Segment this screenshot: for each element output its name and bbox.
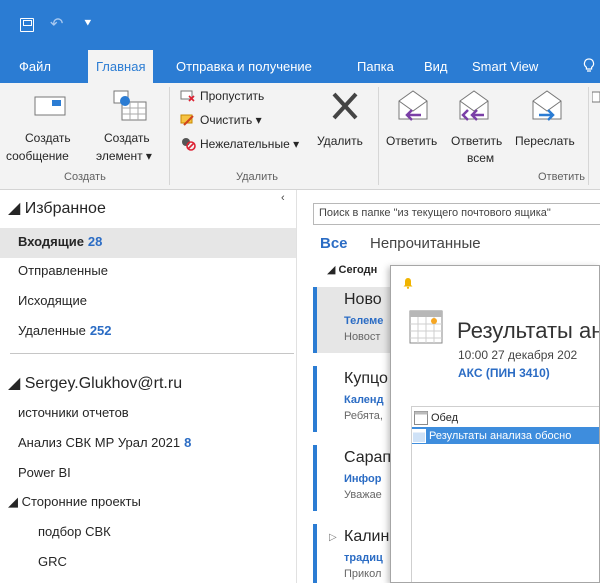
ribbon-separator bbox=[378, 87, 379, 185]
reply-all-label-2: всем bbox=[467, 151, 495, 165]
ribbon: Создать сообщение Создать элемент ▾ Созд… bbox=[0, 83, 600, 190]
reminder-location: АКС (ПИН 3410) bbox=[458, 366, 550, 380]
new-item-label-1: Создать bbox=[104, 131, 150, 145]
tab-folder[interactable]: Папка bbox=[357, 50, 394, 83]
tab-smart-view[interactable]: Smart View bbox=[472, 50, 538, 83]
folder-grc[interactable]: GRC bbox=[38, 554, 67, 569]
unread-bar bbox=[313, 524, 317, 583]
nav-divider bbox=[10, 353, 294, 354]
reminder-time: 10:00 27 декабря 202 bbox=[458, 348, 578, 362]
junk-label: Нежелательные ▾ bbox=[200, 137, 300, 151]
mail-preview: Новост bbox=[344, 331, 381, 343]
group-delete-label: Удалить bbox=[236, 171, 278, 183]
folder-external-projects[interactable]: ◢ Сторонние проекты bbox=[8, 494, 141, 510]
mail-sender: Купцо bbox=[344, 370, 388, 387]
tab-home[interactable]: Главная bbox=[88, 50, 154, 83]
save-icon[interactable] bbox=[20, 18, 34, 32]
tab-view[interactable]: Вид bbox=[424, 50, 448, 83]
new-email-label-2: сообщение bbox=[6, 149, 69, 163]
unread-bar bbox=[313, 366, 317, 432]
account-header[interactable]: ◢ Sergey.Glukhov@rt.ru bbox=[8, 373, 182, 393]
new-email-label-1: Создать bbox=[25, 131, 71, 145]
mail-subject: Инфор bbox=[344, 473, 382, 485]
junk-icon bbox=[182, 138, 196, 151]
mail-preview: Прикол bbox=[344, 568, 382, 580]
new-email-icon bbox=[34, 96, 66, 116]
ribbon-separator bbox=[588, 87, 589, 185]
calendar-item-icon bbox=[412, 428, 426, 443]
delete-label: Удалить bbox=[317, 134, 363, 148]
ignore-icon bbox=[180, 90, 195, 102]
calendar-icon bbox=[409, 310, 443, 344]
folder-sent[interactable]: Отправленные bbox=[18, 263, 108, 278]
mail-preview: Уважае bbox=[344, 489, 382, 501]
reply-all-label-1: Ответить bbox=[451, 134, 503, 148]
mail-sender: Сарап bbox=[344, 449, 392, 466]
new-item-icon bbox=[113, 90, 147, 121]
ribbon-separator bbox=[169, 87, 170, 185]
folder-outbox[interactable]: Исходящие bbox=[18, 293, 87, 308]
mail-sender: Калин bbox=[344, 528, 390, 545]
search-input[interactable]: Поиск в папке "из текущего почтового ящи… bbox=[313, 203, 600, 225]
folder-svk[interactable]: подбор СВК bbox=[38, 524, 111, 539]
reminder-item-label: Результаты анализа обосно bbox=[429, 429, 572, 442]
mail-subject: Календ bbox=[344, 394, 384, 406]
undo-icon[interactable]: ↶ bbox=[50, 14, 63, 34]
unread-bar bbox=[313, 287, 317, 353]
new-item-label-2: элемент ▾ bbox=[96, 149, 152, 163]
reminder-item-label: Обед bbox=[431, 411, 459, 424]
reminder-title: Результаты ан bbox=[457, 318, 600, 343]
delete-icon bbox=[332, 92, 358, 120]
unread-bar bbox=[313, 445, 317, 511]
mail-sender: Ново bbox=[344, 291, 382, 308]
mail-subject: Телеме bbox=[344, 315, 384, 327]
folder-inbox[interactable]: Входящие 28 bbox=[18, 234, 102, 249]
customize-toolbar-icon[interactable]: ⯆ bbox=[83, 16, 93, 31]
reply-label: Ответить bbox=[386, 134, 438, 148]
reply-all-icon bbox=[459, 90, 489, 121]
folder-analysis[interactable]: Анализ СВК МР Урал 2021 8 bbox=[18, 435, 191, 450]
tab-file[interactable]: Файл bbox=[19, 50, 51, 83]
meeting-icon[interactable] bbox=[592, 91, 600, 103]
folder-powerbi[interactable]: Power BI bbox=[18, 465, 71, 480]
tab-send-receive[interactable]: Отправка и получение bbox=[176, 50, 312, 83]
reminder-list: Обед Результаты анализа обосно bbox=[411, 406, 599, 582]
forward-icon bbox=[532, 90, 562, 121]
group-create-label: Создать bbox=[64, 171, 106, 183]
junk-button[interactable]: Нежелательные ▾ bbox=[180, 137, 299, 151]
title-bar: ↶ ⯆ bbox=[0, 0, 600, 50]
mail-subject: традиц bbox=[344, 552, 383, 564]
filter-all[interactable]: Все bbox=[320, 235, 348, 252]
cleanup-button[interactable]: Очистить ▾ bbox=[180, 113, 262, 127]
ignore-label: Пропустить bbox=[200, 89, 265, 103]
reminder-item[interactable]: Обед bbox=[414, 409, 458, 426]
reminder-item-selected[interactable]: Результаты анализа обосно bbox=[412, 427, 599, 444]
cleanup-icon bbox=[180, 114, 194, 126]
filter-unread[interactable]: Непрочитанные bbox=[370, 235, 481, 252]
reminder-window: Результаты ан 10:00 27 декабря 202 АКС (… bbox=[390, 265, 600, 583]
folder-reports[interactable]: источники отчетов bbox=[18, 405, 129, 420]
group-respond-label: Ответить bbox=[538, 171, 586, 183]
lightbulb-icon[interactable] bbox=[583, 58, 595, 73]
expand-thread-icon[interactable]: ▷ bbox=[329, 532, 337, 543]
favorites-header[interactable]: ◢ Избранное bbox=[8, 198, 106, 218]
cleanup-label: Очистить ▾ bbox=[200, 113, 262, 127]
ignore-button[interactable]: Пропустить bbox=[180, 89, 264, 103]
folder-deleted[interactable]: Удаленные 252 bbox=[18, 323, 112, 338]
ribbon-tabs: Файл Главная Отправка и получение Папка … bbox=[0, 50, 600, 83]
calendar-item-icon bbox=[414, 410, 428, 425]
forward-label: Переслать bbox=[515, 134, 575, 148]
mail-preview: Ребята, bbox=[344, 410, 383, 422]
group-header-today[interactable]: ◢ Сегодн bbox=[327, 263, 377, 276]
bell-icon bbox=[403, 278, 413, 289]
collapse-pane-icon[interactable]: ‹ bbox=[281, 192, 285, 204]
reply-icon bbox=[398, 90, 428, 121]
